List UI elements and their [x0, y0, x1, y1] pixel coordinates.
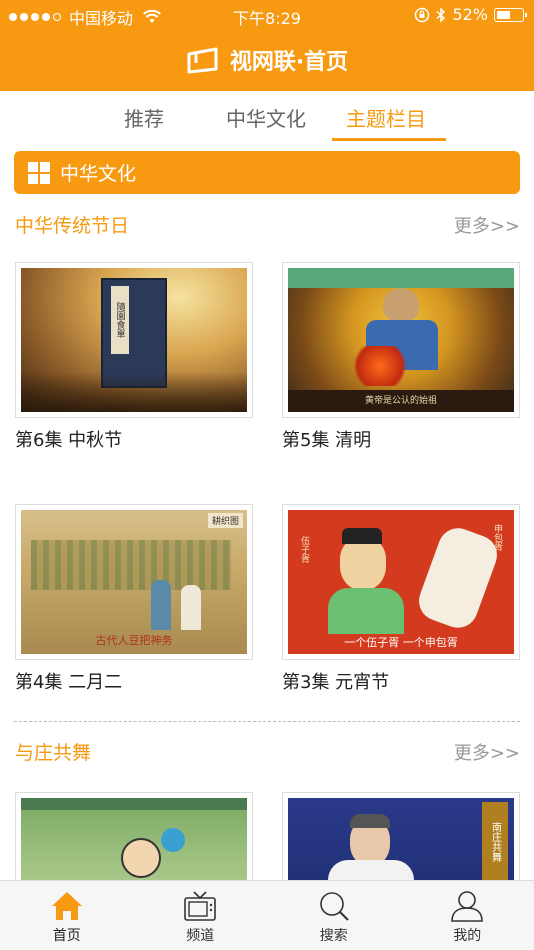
logo-icon: [187, 47, 218, 74]
category-bar[interactable]: 中华文化: [14, 151, 520, 194]
section-title: 中华传统节日: [15, 215, 130, 237]
rotation-lock-icon: [415, 7, 430, 22]
name-right: 申包胥: [492, 524, 502, 551]
app-header: 中国移动 下午8:29 52% 视网联·首页: [0, 0, 534, 91]
video-caption: 古代人豆把神务: [95, 634, 173, 647]
top-tabs: 推荐 中华文化 主题栏目: [0, 91, 534, 143]
section-title: 与庄共舞: [15, 742, 92, 764]
battery-icon: [494, 7, 527, 22]
app-title: 视网联·首页: [0, 42, 534, 78]
tab-chinese-culture[interactable]: 中华文化: [226, 103, 306, 132]
status-bar: 中国移动 下午8:29 52%: [0, 0, 534, 30]
video-card[interactable]: 黄帝是公认的始祖 第5集 清明: [282, 262, 520, 452]
video-title: 第4集 二月二: [15, 672, 123, 693]
more-link[interactable]: 更多>>: [454, 739, 520, 765]
home-icon: [51, 892, 82, 920]
book-title: 隨園食單: [111, 286, 129, 354]
video-thumbnail: 伍子胥 申包胥 一个伍子胥 一个申包胥: [282, 504, 520, 660]
grid-icon: [28, 161, 50, 184]
banner-text: 南庄共舞: [482, 802, 508, 882]
search-icon: [319, 892, 349, 921]
section-divider: [14, 721, 520, 722]
more-link[interactable]: 更多>>: [454, 212, 520, 238]
tabbar-label: 我的: [453, 928, 482, 944]
tabbar-label: 频道: [186, 928, 215, 944]
bluetooth-icon: [436, 6, 446, 23]
status-right: 52%: [414, 5, 527, 24]
tab-themes[interactable]: 主题栏目: [346, 103, 426, 132]
video-thumbnail: 耕织图 古代人豆把神务: [15, 504, 253, 660]
video-card[interactable]: 隨園食單 第6集 中秋节: [15, 262, 253, 452]
tabbar-label: 首页: [52, 928, 81, 944]
video-subtitle: 黄帝是公认的始祖: [288, 390, 514, 412]
category-label: 中华文化: [60, 163, 137, 185]
video-thumbnail: 黄帝是公认的始祖: [282, 262, 520, 418]
video-title: 第5集 清明: [282, 430, 372, 451]
video-card[interactable]: 伍子胥 申包胥 一个伍子胥 一个申包胥 第3集 元宵节: [282, 504, 520, 694]
corner-tag: 耕织图: [207, 513, 243, 528]
page-title: 视网联·首页: [229, 50, 349, 75]
video-caption: 一个伍子胥 一个申包胥: [344, 636, 458, 649]
tabbar-label: 搜索: [319, 928, 348, 944]
video-card[interactable]: 耕织图 古代人豆把神务 第4集 二月二: [15, 504, 253, 694]
video-title: 第6集 中秋节: [15, 430, 123, 451]
video-title: 第3集 元宵节: [282, 672, 390, 693]
battery-percent: 52%: [452, 5, 488, 24]
tabbar-channels[interactable]: 频道: [134, 881, 268, 950]
tabbar-home[interactable]: 首页: [0, 881, 134, 950]
name-left: 伍子胥: [299, 536, 309, 563]
tabbar-search[interactable]: 搜索: [267, 881, 401, 950]
tv-icon: [184, 891, 217, 921]
user-icon: [451, 891, 484, 922]
video-thumbnail: 隨園食單: [15, 262, 253, 418]
tab-recommend[interactable]: 推荐: [124, 103, 164, 132]
active-tab-indicator: [332, 138, 446, 141]
tabbar-profile[interactable]: 我的: [401, 881, 534, 950]
bottom-tabbar: 首页 频道 搜索 我的: [0, 880, 534, 950]
